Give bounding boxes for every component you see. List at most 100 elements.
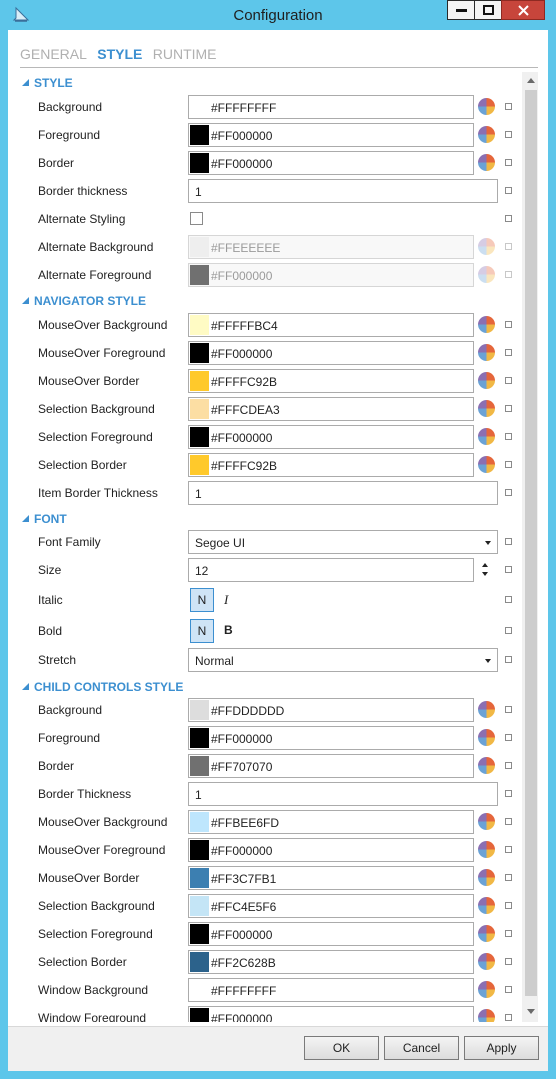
color-picker-icon[interactable] [478, 456, 495, 473]
property-marker[interactable] [505, 103, 512, 110]
text-input[interactable]: 1 [188, 179, 498, 203]
scroll-down-icon[interactable] [527, 1009, 535, 1014]
color-input[interactable]: #FFFFFFFF [188, 978, 474, 1002]
property-marker[interactable] [505, 131, 512, 138]
property-marker[interactable] [505, 902, 512, 909]
bold-normal-toggle[interactable]: N [190, 619, 214, 643]
color-input[interactable]: #FF000000 [188, 726, 474, 750]
section-header-navigator-style[interactable]: NAVIGATOR STYLE [22, 294, 146, 308]
color-input[interactable]: #FFDDDDDD [188, 698, 474, 722]
color-input[interactable]: #FF000000 [188, 151, 474, 175]
property-marker[interactable] [505, 762, 512, 769]
color-picker-icon[interactable] [478, 344, 495, 361]
color-input[interactable]: #FF3C7FB1 [188, 866, 474, 890]
color-input[interactable]: #FFFCDEA3 [188, 397, 474, 421]
maximize-button[interactable] [474, 0, 502, 20]
color-picker-icon[interactable] [478, 316, 495, 333]
property-marker[interactable] [505, 656, 512, 663]
color-input[interactable]: #FFFFFBC4 [188, 313, 474, 337]
ok-button[interactable]: OK [304, 1036, 379, 1060]
property-marker[interactable] [505, 734, 512, 741]
property-marker[interactable] [505, 958, 512, 965]
property-marker[interactable] [505, 596, 512, 603]
color-input[interactable]: #FF707070 [188, 754, 474, 778]
property-marker[interactable] [505, 159, 512, 166]
property-marker[interactable] [505, 846, 512, 853]
tab-style[interactable]: STYLE [97, 46, 142, 62]
color-picker-icon[interactable] [478, 372, 495, 389]
font-family-select[interactable]: Segoe UI [188, 530, 498, 554]
property-marker[interactable] [505, 986, 512, 993]
property-marker[interactable] [505, 461, 512, 468]
property-marker[interactable] [505, 790, 512, 797]
property-marker[interactable] [505, 627, 512, 634]
title-bar[interactable]: Configuration [0, 0, 556, 30]
property-marker[interactable] [505, 706, 512, 713]
property-marker[interactable] [505, 377, 512, 384]
section-header-style[interactable]: STYLE [22, 76, 73, 90]
alternate-styling-checkbox[interactable] [190, 212, 203, 225]
color-picker-icon[interactable] [478, 897, 495, 914]
color-input[interactable]: #FFBEE6FD [188, 810, 474, 834]
color-input[interactable]: #FF000000 [188, 425, 474, 449]
property-marker[interactable] [505, 489, 512, 496]
apply-button[interactable]: Apply [464, 1036, 539, 1060]
italic-normal-toggle[interactable]: N [190, 588, 214, 612]
italic-toggle[interactable]: I [224, 592, 228, 608]
property-marker[interactable] [505, 566, 512, 573]
color-picker-icon[interactable] [478, 813, 495, 830]
font-size-input[interactable]: 12 [188, 558, 474, 582]
text-input[interactable]: 1 [188, 481, 498, 505]
property-marker[interactable] [505, 321, 512, 328]
color-input[interactable]: #FF000000 [188, 922, 474, 946]
spin-down-icon[interactable] [482, 572, 488, 576]
stretch-select[interactable]: Normal [188, 648, 498, 672]
color-input[interactable]: #FFFFC92B [188, 369, 474, 393]
property-marker[interactable] [505, 433, 512, 440]
bold-toggle[interactable]: B [224, 623, 233, 637]
color-picker-icon[interactable] [478, 154, 495, 171]
property-marker[interactable] [505, 1014, 512, 1021]
property-marker[interactable] [505, 187, 512, 194]
color-picker-icon[interactable] [478, 126, 495, 143]
tab-runtime[interactable]: RUNTIME [153, 46, 217, 62]
close-button[interactable] [501, 0, 545, 20]
color-input[interactable]: #FFFFC92B [188, 453, 474, 477]
property-marker[interactable] [505, 874, 512, 881]
color-picker-icon[interactable] [478, 428, 495, 445]
color-picker-icon[interactable] [478, 98, 495, 115]
color-input[interactable]: #FF000000 [188, 1006, 474, 1022]
section-header-font[interactable]: FONT [22, 512, 67, 526]
scroll-up-icon[interactable] [527, 78, 535, 83]
property-marker[interactable] [505, 349, 512, 356]
property-marker[interactable] [505, 405, 512, 412]
section-header-child-controls-style[interactable]: CHILD CONTROLS STYLE [22, 680, 183, 694]
property-marker[interactable] [505, 818, 512, 825]
property-marker[interactable] [505, 215, 512, 222]
color-picker-icon[interactable] [478, 925, 495, 942]
cancel-button[interactable]: Cancel [384, 1036, 459, 1060]
color-input[interactable]: #FFC4E5F6 [188, 894, 474, 918]
scrollbar-thumb[interactable] [525, 90, 537, 996]
minimize-button[interactable] [447, 0, 475, 20]
color-picker-icon[interactable] [478, 757, 495, 774]
color-input[interactable]: #FF000000 [188, 341, 474, 365]
spin-up-icon[interactable] [482, 563, 488, 567]
tab-general[interactable]: GENERAL [20, 46, 87, 62]
color-picker-icon[interactable] [478, 869, 495, 886]
color-picker-icon[interactable] [478, 400, 495, 417]
color-picker-icon[interactable] [478, 729, 495, 746]
property-marker[interactable] [505, 930, 512, 937]
color-picker-icon[interactable] [478, 701, 495, 718]
text-input[interactable]: 1 [188, 782, 498, 806]
color-picker-icon[interactable] [478, 981, 495, 998]
color-picker-icon[interactable] [478, 841, 495, 858]
color-input[interactable]: #FF000000 [188, 123, 474, 147]
color-picker-icon[interactable] [478, 1009, 495, 1022]
color-input[interactable]: #FF2C628B [188, 950, 474, 974]
color-input[interactable]: #FFFFFFFF [188, 95, 474, 119]
property-marker[interactable] [505, 538, 512, 545]
color-input[interactable]: #FF000000 [188, 838, 474, 862]
vertical-scrollbar[interactable] [522, 72, 538, 1022]
color-picker-icon[interactable] [478, 953, 495, 970]
